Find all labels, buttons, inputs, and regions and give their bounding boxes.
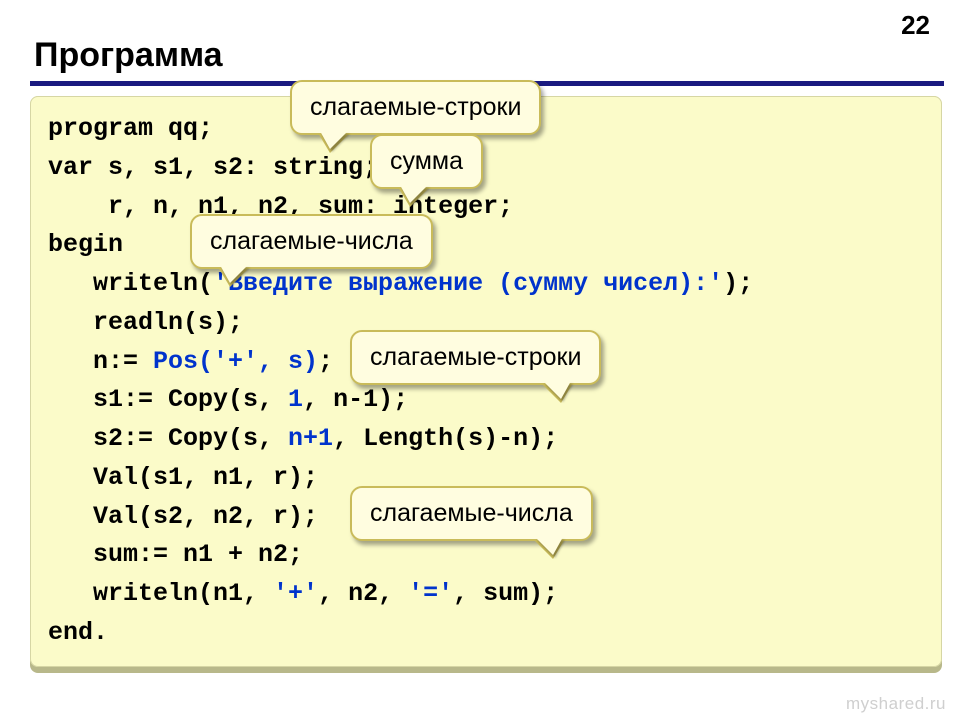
code-highlight: n+1 — [288, 424, 333, 453]
code-text: n:= — [48, 347, 153, 376]
code-highlight: 1 — [288, 385, 303, 414]
page-title: Программа — [34, 36, 948, 79]
callout-addends-numbers-top: слагаемые-числа — [190, 214, 433, 269]
code-text: s1:= Copy(s, — [48, 385, 288, 414]
callout-sum: сумма — [370, 134, 483, 189]
callout-addends-strings-top: слагаемые-строки — [290, 80, 541, 135]
code-line: sum:= n1 + n2; — [48, 536, 924, 575]
code-line: s2:= Copy(s, n+1, Length(s)-n); — [48, 420, 924, 459]
code-highlight: Pos('+', s) — [153, 347, 318, 376]
callout-addends-numbers-mid: слагаемые-числа — [350, 486, 593, 541]
code-text: , n-1); — [303, 385, 408, 414]
code-text: ; — [318, 347, 333, 376]
code-text: ); — [723, 269, 753, 298]
code-text: , n2, — [318, 579, 408, 608]
code-text: writeln(n1, — [48, 579, 273, 608]
code-string: '=' — [408, 579, 453, 608]
code-text: writeln( — [48, 269, 213, 298]
code-line: s1:= Copy(s, 1, n-1); — [48, 381, 924, 420]
code-line: r, n, n1, n2, sum: integer; — [48, 188, 924, 227]
code-line: writeln(n1, '+', n2, '=', sum); — [48, 575, 924, 614]
code-line: var s, s1, s2: string; — [48, 149, 924, 188]
code-text: s2:= Copy(s, — [48, 424, 288, 453]
code-block: program qq; var s, s1, s2: string; r, n,… — [30, 96, 942, 667]
code-line: begin — [48, 226, 924, 265]
code-text: , sum); — [453, 579, 558, 608]
code-line: writeln('Введите выражение (сумму чисел)… — [48, 265, 924, 304]
code-string: 'Введите выражение (сумму чисел):' — [213, 269, 723, 298]
slide: 22 Программа program qq; var s, s1, s2: … — [12, 4, 948, 673]
watermark: myshared.ru — [846, 694, 946, 714]
callout-addends-strings-mid: слагаемые-строки — [350, 330, 601, 385]
code-line: end. — [48, 614, 924, 653]
code-text: , Length(s)-n); — [333, 424, 558, 453]
slide-number: 22 — [901, 10, 930, 41]
code-block-shadow: program qq; var s, s1, s2: string; r, n,… — [30, 96, 942, 673]
code-string: '+' — [273, 579, 318, 608]
